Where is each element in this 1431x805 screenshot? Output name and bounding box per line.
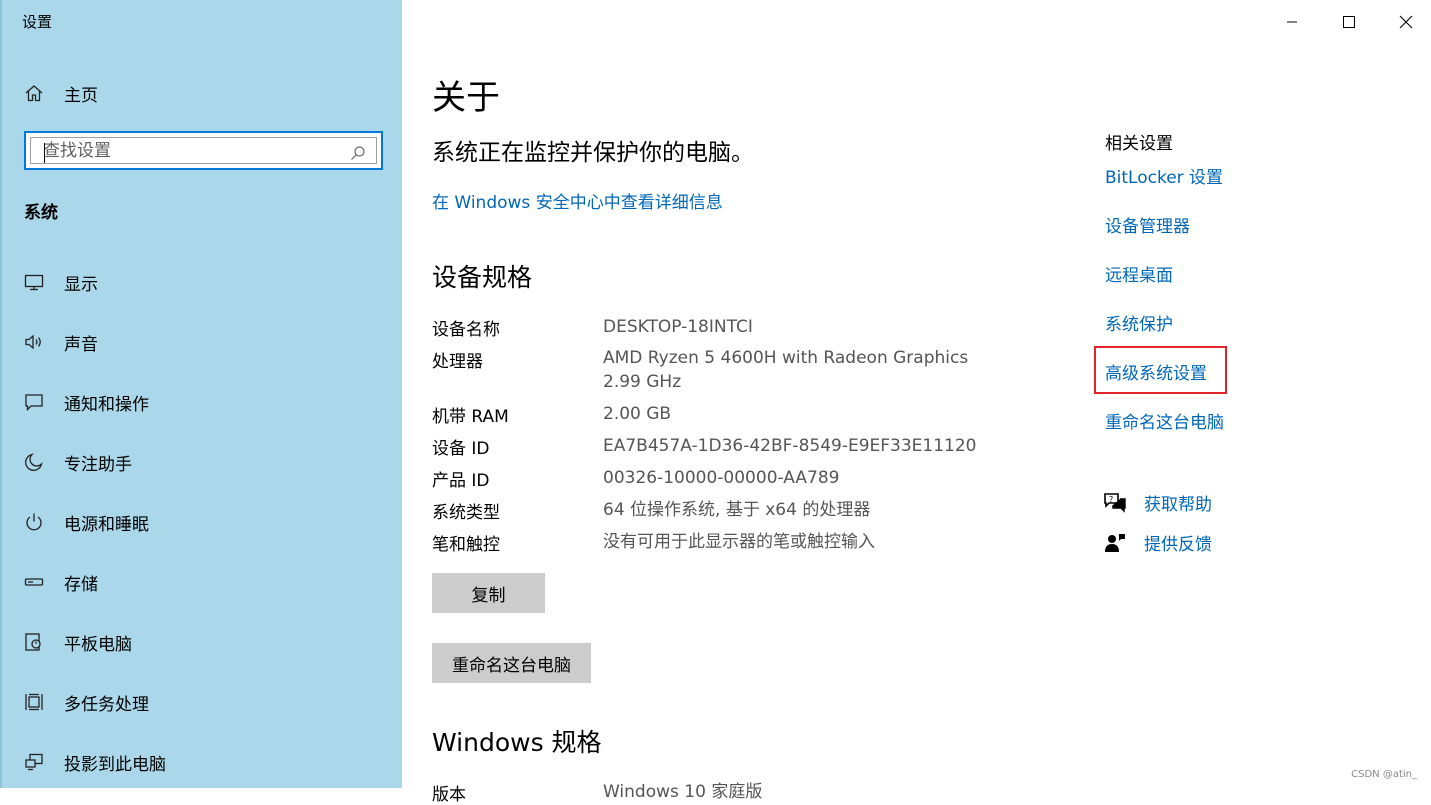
sidebar: 设置 主页 系统 显示 声音 通知和操作: [0, 0, 402, 788]
rename-pc-link[interactable]: 重命名这台电脑: [1105, 408, 1224, 433]
sidebar-item-home[interactable]: 主页: [22, 78, 98, 108]
minimize-icon: [1287, 21, 1297, 23]
moon-icon: [22, 450, 46, 474]
spec-label: 处理器: [432, 352, 483, 372]
text-caret: [44, 143, 45, 163]
spec-value: DESKTOP-18INTCI: [603, 317, 753, 337]
home-icon: [22, 81, 46, 105]
security-center-link[interactable]: 在 Windows 安全中心中查看详细信息: [432, 188, 723, 213]
notification-icon: [22, 390, 46, 414]
main-content: 关于 系统正在监控并保护你的电脑。 在 Windows 安全中心中查看详细信息 …: [402, 0, 1431, 805]
sidebar-item-label: 显示: [64, 274, 98, 295]
spec-value: 00326-10000-00000-AA789: [603, 468, 840, 488]
watermark: CSDN @atin_: [1351, 769, 1417, 780]
feedback-row[interactable]: 提供反馈: [1102, 530, 1212, 555]
section-title: 系统: [24, 203, 58, 223]
speaker-icon: [22, 330, 46, 354]
get-help-link[interactable]: 获取帮助: [1144, 490, 1212, 515]
related-settings-heading: 相关设置: [1105, 134, 1173, 154]
protection-status-text: 系统正在监控并保护你的电脑。: [432, 140, 754, 166]
tablet-icon: [22, 630, 46, 654]
sidebar-item-label: 声音: [64, 334, 98, 355]
svg-text:?: ?: [1109, 495, 1113, 504]
project-icon: [22, 750, 46, 774]
sidebar-item-label: 投影到此电脑: [64, 754, 166, 775]
sidebar-item-label: 多任务处理: [64, 694, 149, 715]
sidebar-item-label: 通知和操作: [64, 394, 149, 415]
device-manager-link[interactable]: 设备管理器: [1105, 212, 1190, 237]
spec-value: 2.00 GB: [603, 404, 672, 424]
sidebar-item-display[interactable]: 显示: [22, 267, 98, 297]
monitor-icon: [22, 270, 46, 294]
rename-pc-button[interactable]: 重命名这台电脑: [432, 643, 591, 683]
maximize-icon: [1343, 16, 1355, 28]
remote-desktop-link[interactable]: 远程桌面: [1105, 261, 1173, 286]
sidebar-item-focus-assist[interactable]: 专注助手: [22, 447, 132, 477]
spec-label: 版本: [432, 785, 466, 805]
windows-spec-heading: Windows 规格: [432, 728, 602, 757]
spec-value: 64 位操作系统, 基于 x64 的处理器: [603, 500, 871, 520]
power-icon: [22, 510, 46, 534]
sidebar-item-project[interactable]: 投影到此电脑: [22, 747, 166, 777]
minimize-button[interactable]: [1278, 8, 1306, 36]
sidebar-item-label: 主页: [64, 85, 98, 106]
spec-label: 系统类型: [432, 503, 500, 523]
spec-label: 设备名称: [432, 320, 500, 340]
system-protection-link[interactable]: 系统保护: [1105, 310, 1173, 335]
app-title: 设置: [22, 13, 53, 31]
bitlocker-link[interactable]: BitLocker 设置: [1105, 163, 1223, 188]
maximize-button[interactable]: [1335, 8, 1363, 36]
sidebar-item-sound[interactable]: 声音: [22, 327, 98, 357]
spec-label: 机带 RAM: [432, 407, 509, 427]
multitask-icon: [22, 690, 46, 714]
spec-value: EA7B457A-1D36-42BF-8549-E9EF33E11120: [603, 436, 977, 456]
sidebar-item-multitasking[interactable]: 多任务处理: [22, 687, 149, 717]
sidebar-item-power[interactable]: 电源和睡眠: [22, 507, 149, 537]
device-spec-heading: 设备规格: [432, 263, 533, 292]
sidebar-item-tablet[interactable]: 平板电脑: [22, 627, 132, 657]
copy-button[interactable]: 复制: [432, 573, 545, 613]
get-help-row[interactable]: ? 获取帮助: [1102, 490, 1212, 515]
search-input[interactable]: [43, 140, 333, 161]
close-icon: [1399, 15, 1413, 29]
storage-icon: [22, 570, 46, 594]
close-button[interactable]: [1392, 8, 1420, 36]
spec-value: 没有可用于此显示器的笔或触控输入: [603, 532, 875, 552]
spec-label: 笔和触控: [432, 535, 500, 555]
sidebar-item-label: 存储: [64, 574, 98, 595]
spec-label: 产品 ID: [432, 471, 490, 491]
spec-label: 设备 ID: [432, 439, 490, 459]
sidebar-item-notifications[interactable]: 通知和操作: [22, 387, 149, 417]
help-chat-icon: ?: [1102, 491, 1128, 515]
sidebar-item-label: 平板电脑: [64, 634, 132, 655]
highlight-box: [1094, 346, 1227, 394]
sidebar-item-label: 专注助手: [64, 454, 132, 475]
spec-value: AMD Ryzen 5 4600H with Radeon Graphics: [603, 348, 969, 368]
spec-value-secondary: 2.99 GHz: [603, 372, 682, 392]
spec-value: Windows 10 家庭版: [603, 782, 763, 802]
sidebar-item-label: 电源和睡眠: [64, 514, 149, 535]
page-title: 关于: [432, 78, 500, 118]
feedback-person-icon: [1102, 531, 1128, 555]
feedback-link[interactable]: 提供反馈: [1144, 530, 1212, 555]
sidebar-item-storage[interactable]: 存储: [22, 567, 98, 597]
search-icon[interactable]: [350, 145, 366, 165]
search-box[interactable]: [24, 131, 383, 170]
